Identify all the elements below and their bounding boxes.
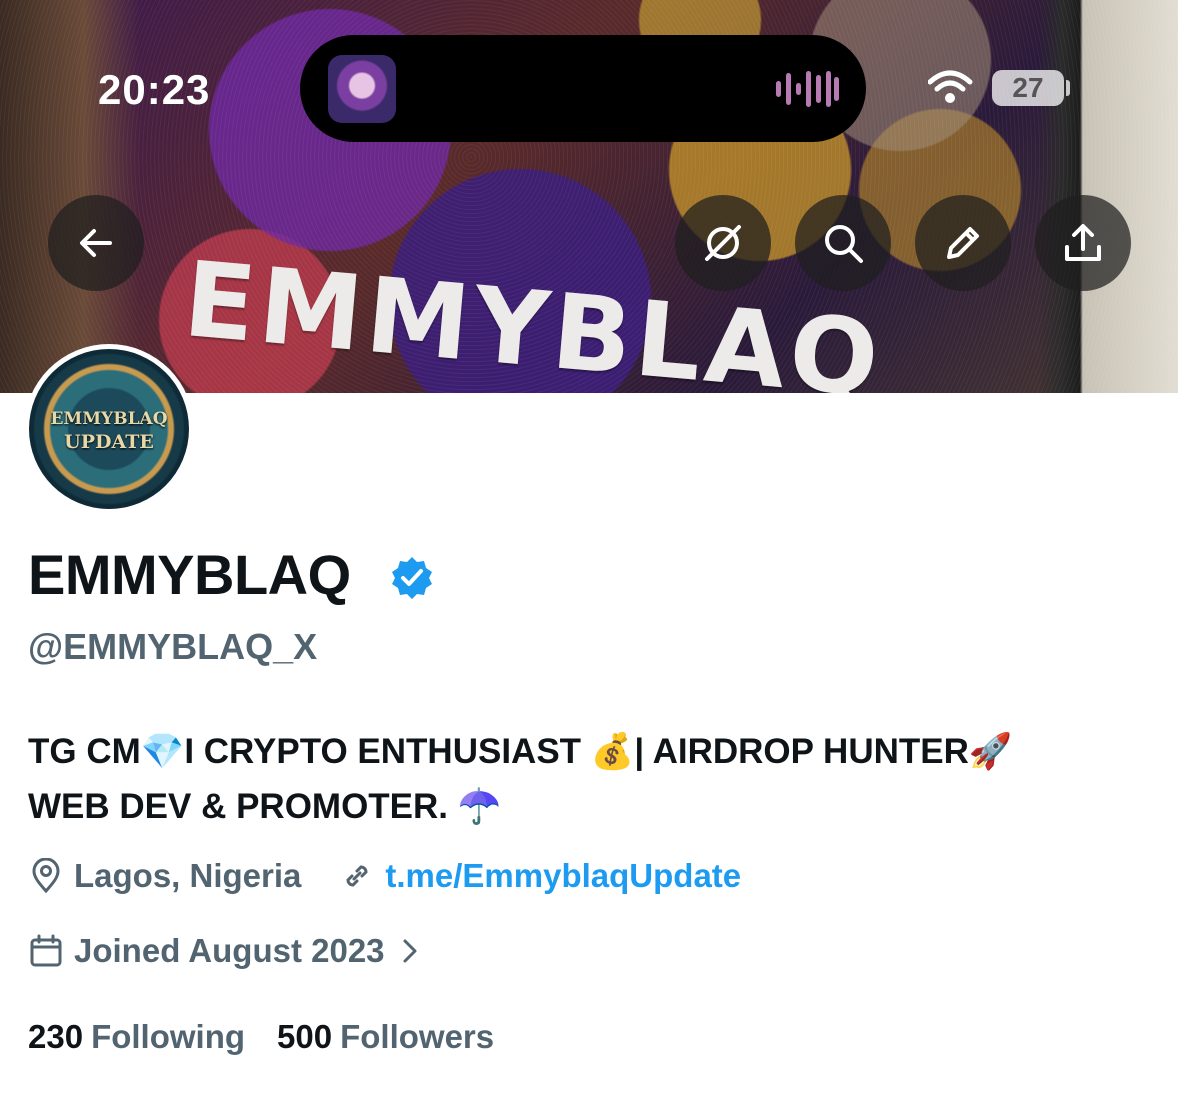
avatar-text-line2: UPDATE: [64, 431, 154, 453]
share-button[interactable]: [1035, 195, 1131, 291]
bio-line-1: TG CM💎I CRYPTO ENTHUSIAST 💰| AIRDROP HUN…: [28, 732, 1013, 771]
bio-line-2: WEB DEV & PROMOTER. ☂️: [28, 787, 502, 826]
dynamic-island[interactable]: [300, 35, 866, 142]
back-button[interactable]: [48, 195, 144, 291]
avatar[interactable]: EMMYBLAQ UPDATE: [24, 344, 194, 514]
profile-link[interactable]: t.me/EmmyblaqUpdate: [385, 857, 741, 895]
edit-pencil-icon: [947, 227, 979, 259]
avatar-image: EMMYBLAQ UPDATE: [29, 349, 189, 509]
search-icon: [825, 225, 863, 263]
profile-bio: TG CM💎I CRYPTO ENTHUSIAST 💰| AIRDROP HUN…: [28, 724, 1158, 834]
back-arrow-icon: [80, 229, 112, 257]
audio-waveform-icon: [776, 71, 839, 107]
joined-text: Joined August 2023: [74, 932, 385, 969]
profile-handle: @EMMYBLAQ_X: [28, 626, 318, 667]
followers-label: Followers: [340, 1018, 495, 1055]
chevron-right-icon: [403, 939, 417, 963]
profile-display-name: EMMYBLAQ: [28, 543, 351, 606]
search-button[interactable]: [795, 195, 891, 291]
link-icon: [346, 865, 368, 887]
verified-badge-icon: [392, 557, 432, 599]
location-pin-icon: [32, 858, 60, 894]
followers-link[interactable]: 500 Followers: [277, 1018, 494, 1056]
status-time: 20:23: [98, 66, 211, 113]
avatar-text-line1: EMMYBLAQ: [50, 409, 168, 429]
followers-count: 500: [277, 1018, 333, 1055]
profile-stats: 230 Following 500 Followers: [28, 1018, 494, 1056]
location-text: Lagos, Nigeria: [74, 857, 302, 894]
joined-row[interactable]: Joined August 2023: [28, 929, 423, 973]
now-playing-artwork: [328, 55, 396, 123]
following-label: Following: [91, 1018, 246, 1055]
calendar-icon: [30, 934, 62, 967]
grok-icon: [705, 225, 741, 261]
battery-cap: [1066, 80, 1070, 96]
grok-button[interactable]: [675, 195, 771, 291]
battery-icon: 27: [992, 70, 1064, 106]
location-row: Lagos, Nigeria t.me/EmmyblaqUpdate: [28, 854, 741, 898]
share-icon: [1065, 224, 1101, 261]
following-link[interactable]: 230 Following: [28, 1018, 245, 1056]
following-count: 230: [28, 1018, 84, 1055]
edit-button[interactable]: [915, 195, 1011, 291]
